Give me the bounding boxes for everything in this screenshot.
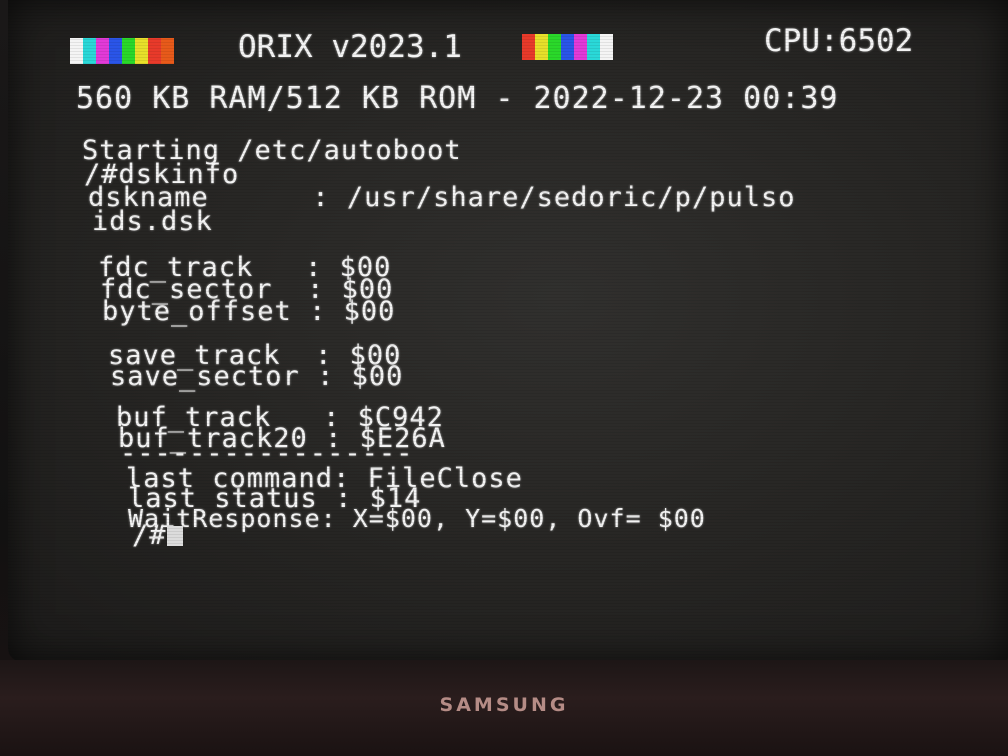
crt-screen: ORIX v2023.1 CPU:6502 560 KB RAM/512 KB … [8, 0, 1008, 662]
color-bar-segment [600, 34, 613, 60]
color-bar-segment [109, 38, 122, 64]
color-bar-segment [574, 34, 587, 60]
monitor-brand-logo: SAMSUNG [439, 694, 569, 716]
dskname-line-continued: ids.dsk [92, 206, 213, 237]
color-bar-right [522, 34, 613, 60]
os-title: ORIX v2023.1 [238, 29, 462, 65]
color-bar-segment [161, 38, 174, 64]
prompt-text: /# [132, 520, 167, 551]
color-bar-segment [522, 34, 535, 60]
color-bar-segment [83, 38, 96, 64]
color-bar-segment [561, 34, 574, 60]
byte-offset-line: byte_offset : $00 [102, 296, 396, 327]
color-bar-segment [70, 38, 83, 64]
color-bar-segment [135, 38, 148, 64]
color-bar-segment [96, 38, 109, 64]
save-sector-line: save_sector : $00 [110, 361, 404, 392]
color-bar-segment [535, 34, 548, 60]
cpu-label: CPU:6502 [764, 23, 914, 59]
wait-response-line: WaitResponse: X=$00, Y=$00, Ovf= $00 [128, 504, 706, 533]
color-bar-segment [122, 38, 135, 64]
color-bar-segment [548, 34, 561, 60]
color-bar-left [70, 38, 174, 64]
prompt-line[interactable]: /# [132, 522, 183, 549]
color-bar-segment [148, 38, 161, 64]
memory-date-line: 560 KB RAM/512 KB ROM - 2022-12-23 00:39 [76, 81, 839, 116]
photo: ORIX v2023.1 CPU:6502 560 KB RAM/512 KB … [0, 0, 1008, 756]
text-cursor [166, 526, 183, 546]
color-bar-segment [587, 34, 600, 60]
